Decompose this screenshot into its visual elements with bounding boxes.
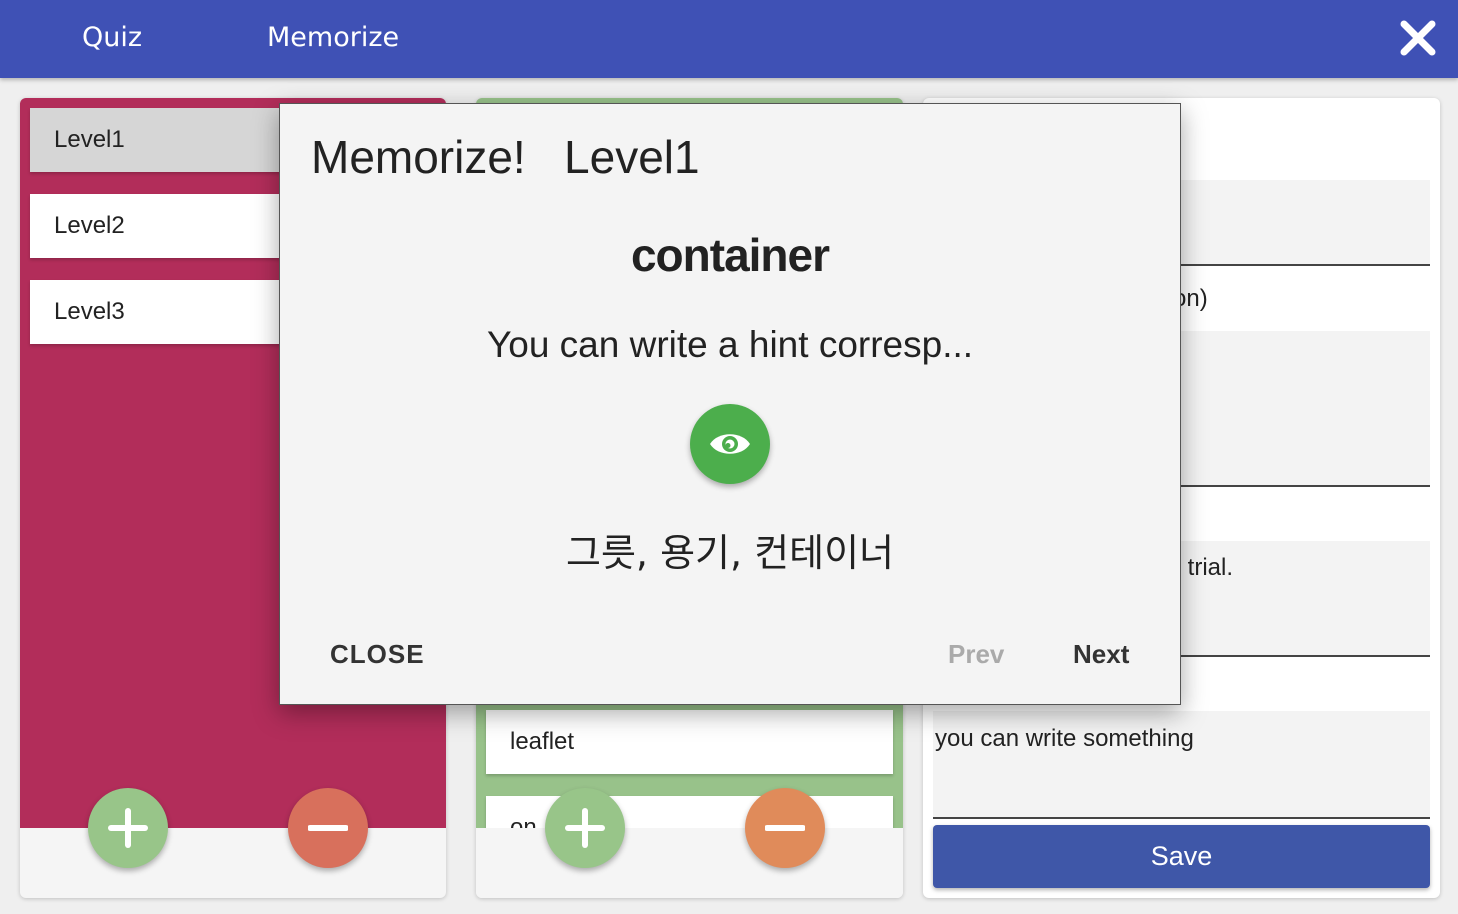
close-icon[interactable]: [1398, 18, 1438, 58]
dialog-title: Memorize! Level1: [311, 131, 700, 183]
minus-icon: [308, 825, 348, 831]
memorize-dialog: Memorize! Level1 container You can write…: [279, 103, 1181, 705]
add-word-button[interactable]: [545, 788, 625, 868]
prev-button[interactable]: Prev: [948, 639, 1004, 670]
remove-word-button[interactable]: [745, 788, 825, 868]
remove-level-button[interactable]: [288, 788, 368, 868]
eye-icon: [710, 434, 750, 454]
word-list-footer: [476, 828, 903, 898]
save-button[interactable]: Save: [933, 825, 1430, 888]
memo-field[interactable]: you can write something: [933, 711, 1430, 819]
dialog-hint: You can write a hint corresp...: [486, 324, 974, 365]
reveal-meaning-button[interactable]: [690, 404, 770, 484]
dialog-word: container: [630, 229, 830, 281]
top-app-bar: Quiz Memorize: [0, 0, 1458, 78]
dialog-meaning: 그릇, 용기, 컨테이너: [566, 531, 894, 575]
hint-field-text: r trial.: [1173, 554, 1233, 581]
plus-icon: [565, 808, 605, 848]
word-item-leaflet[interactable]: leaflet: [486, 710, 893, 774]
minus-icon: [765, 825, 805, 831]
tab-quiz[interactable]: Quiz: [82, 22, 142, 53]
next-button[interactable]: Next: [1073, 639, 1129, 670]
tab-memorize[interactable]: Memorize: [267, 22, 399, 53]
close-button[interactable]: CLOSE: [330, 639, 425, 670]
add-level-button[interactable]: [88, 788, 168, 868]
plus-icon: [108, 808, 148, 848]
memo-field-value: you can write something: [935, 725, 1194, 752]
